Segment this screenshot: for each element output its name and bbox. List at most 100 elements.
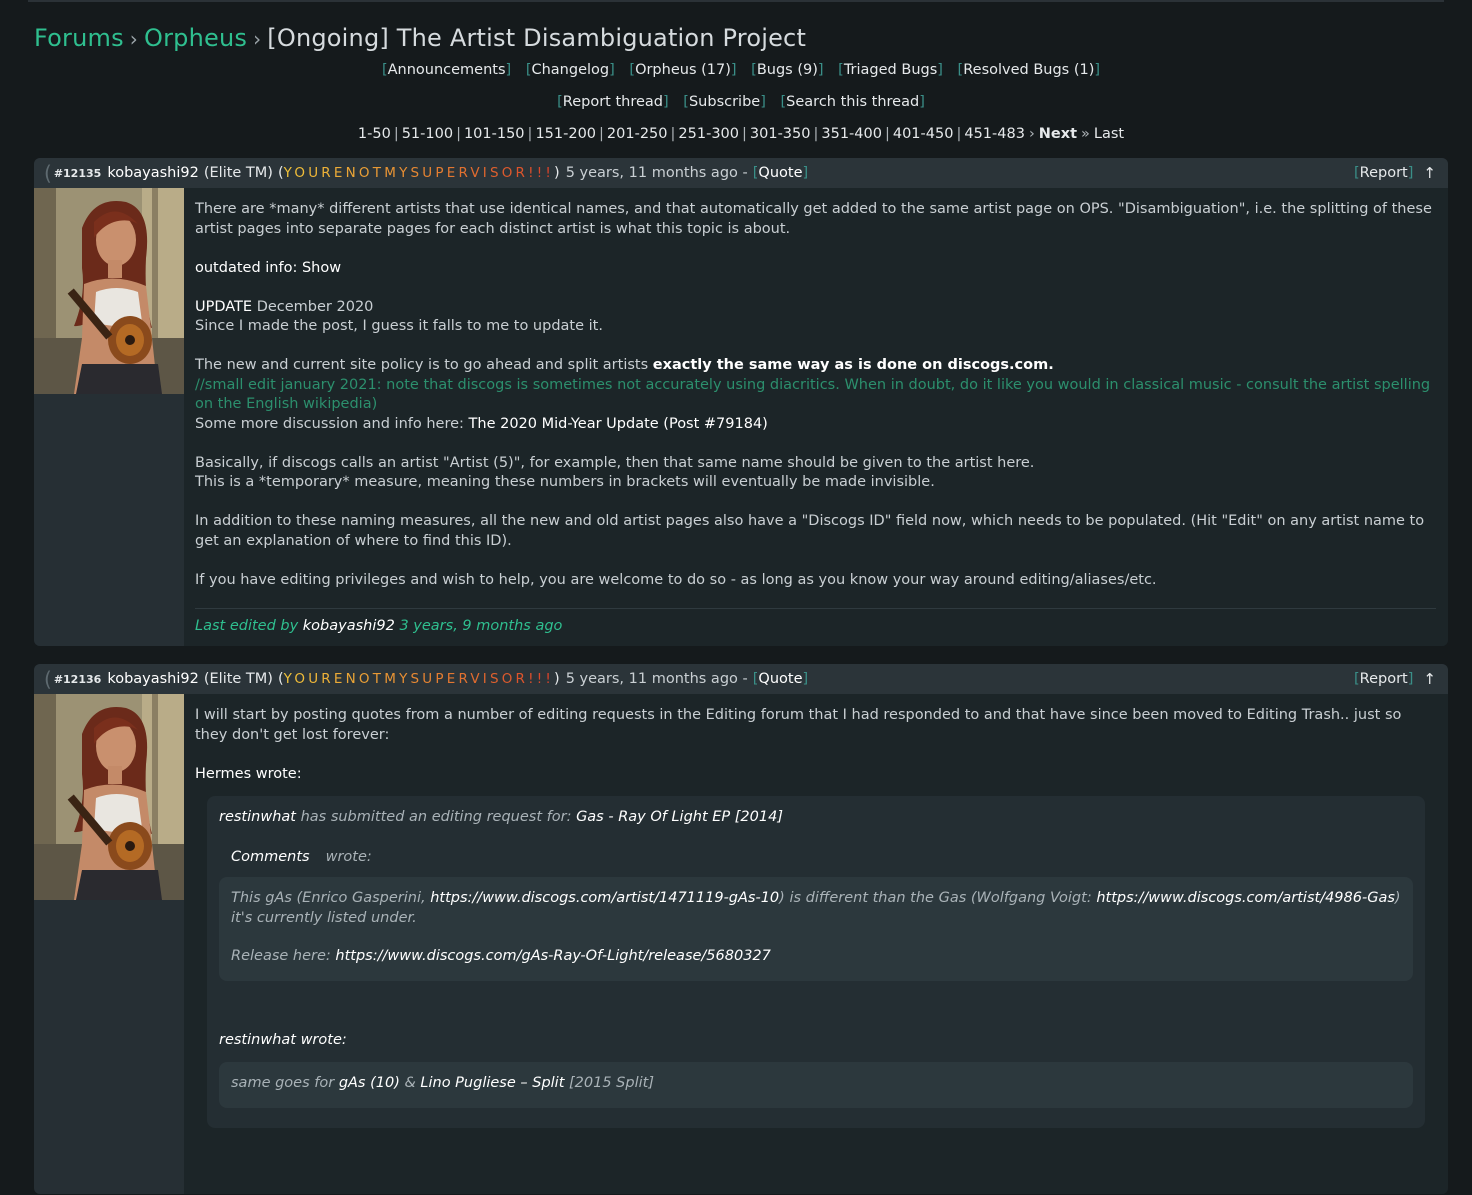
user-title-letter: P xyxy=(435,671,447,687)
page-link[interactable]: 401-450 xyxy=(893,126,954,142)
comments-label: Comments xyxy=(231,848,310,865)
quote-link[interactable]: Quote xyxy=(758,671,802,687)
outdated-label: outdated info: xyxy=(195,259,298,276)
user-title-letter: ! xyxy=(528,671,537,687)
post-time: 5 years, 11 months ago - xyxy=(565,671,748,687)
header-bracket: ( xyxy=(44,161,52,185)
post-bold-text: exactly the same way as is done on disco… xyxy=(652,357,1054,373)
pagination: 1-50 | 51-100 | 101-150 | 151-200 | 201-250 | 251-… xyxy=(357,126,1125,142)
page-link[interactable]: 301-350 xyxy=(750,126,811,142)
user-title-letter: R xyxy=(458,165,471,181)
scroll-top-icon[interactable]: ↑ xyxy=(1423,164,1436,182)
last-page-link[interactable]: Last xyxy=(1094,126,1124,142)
forum-post: ( #12136 kobayashi92 (Elite TM) (YOURENO… xyxy=(34,664,1448,1194)
user-title-letter: E xyxy=(446,671,459,687)
breadcrumb-orpheus-link[interactable]: Orpheus xyxy=(144,24,247,52)
page-link[interactable]: 251-300 xyxy=(678,126,739,142)
nested-quote: same goes for gAs (10) & Lino Pugliese –… xyxy=(219,1062,1413,1108)
nested-quote: This gAs (Enrico Gasperini, https://www.… xyxy=(219,877,1413,981)
post-paragraph: If you have editing privileges and wish … xyxy=(195,571,1157,588)
post-time: 5 years, 11 months ago - xyxy=(565,165,748,181)
user-title-letter: U xyxy=(308,671,322,687)
report-link[interactable]: Report xyxy=(1360,165,1408,181)
user-title-letter: S xyxy=(489,165,502,181)
discogs-release-link[interactable]: https://www.discogs.com/gAs-Ray-Of-Light… xyxy=(335,948,770,964)
subforum-link-resolved-bugs[interactable]: Resolved Bugs (1) xyxy=(963,62,1094,78)
user-title-letter: O xyxy=(358,165,373,181)
mid-year-update-link[interactable]: The 2020 Mid-Year Update (Post #79184) xyxy=(469,416,768,432)
subforum-link-triaged-bugs[interactable]: Triaged Bugs xyxy=(844,62,937,78)
subscribe-link[interactable]: Subscribe xyxy=(689,94,760,110)
user-title-letter: R xyxy=(321,671,334,687)
post-header: ( #12136 kobayashi92 (Elite TM) (YOURENO… xyxy=(34,664,1448,694)
report-thread-link[interactable]: Report thread xyxy=(563,94,663,110)
page-link[interactable]: 101-150 xyxy=(464,126,525,142)
editor-link[interactable]: kobayashi92 xyxy=(303,618,395,634)
page-link[interactable]: 51-100 xyxy=(402,126,453,142)
discogs-link[interactable]: https://www.discogs.com/artist/1471119-g… xyxy=(430,890,779,906)
artist-link[interactable]: gAs (10) xyxy=(339,1075,400,1091)
post-paragraph: In addition to these naming measures, al… xyxy=(195,513,1425,549)
user-title-letter: U xyxy=(422,671,436,687)
user-title-letter: R xyxy=(321,165,334,181)
quote-block: restinwhat has submitted an editing requ… xyxy=(207,796,1425,1128)
user-title-letter: T xyxy=(372,671,385,687)
post-text: Some more discussion and info here: xyxy=(195,415,464,432)
user-title-letter: Y xyxy=(399,165,411,181)
scroll-top-icon[interactable]: ↑ xyxy=(1423,670,1436,688)
page-link[interactable]: 201-250 xyxy=(607,126,668,142)
breadcrumb-separator: › xyxy=(129,27,138,51)
page-link[interactable]: 151-200 xyxy=(535,126,596,142)
quoted-user-link[interactable]: restinwhat xyxy=(219,1032,296,1048)
user-title-letter: O xyxy=(501,165,516,181)
avatar-column xyxy=(34,188,184,646)
post-header: ( #12135 kobayashi92 (Elite TM) (YOURENO… xyxy=(34,158,1448,188)
user-title-letter: O xyxy=(294,165,309,181)
thread-title: [Ongoing] The Artist Disambiguation Proj… xyxy=(267,24,807,52)
page-link[interactable]: 451-483 xyxy=(964,126,1025,142)
release-link[interactable]: Gas - Ray Of Light EP [2014] xyxy=(576,809,783,825)
breadcrumb-forums-link[interactable]: Forums xyxy=(34,24,124,52)
user-title-letter: I xyxy=(482,671,490,687)
post-paragraph: There are *many* different artists that … xyxy=(195,201,1432,237)
username-link[interactable]: kobayashi92 xyxy=(107,165,199,181)
post-paragraph: Since I made the post, I guess it falls … xyxy=(195,318,603,334)
page-title: Forums › Orpheus › [Ongoing] The Artist Disa… xyxy=(34,24,1448,52)
user-title-letter: S xyxy=(410,671,423,687)
report-link[interactable]: Report xyxy=(1360,671,1408,687)
avatar xyxy=(34,188,184,394)
user-title-letter: N xyxy=(345,671,359,687)
user-title-letter: O xyxy=(501,671,516,687)
subforum-link-announcements[interactable]: Announcements xyxy=(388,62,506,78)
user-title-letter: ! xyxy=(545,671,555,687)
post-id-link[interactable]: #12135 xyxy=(54,167,102,180)
page-link[interactable]: 1-50 xyxy=(358,126,391,142)
user-title-letter: Y xyxy=(283,671,295,687)
quote-link[interactable]: Quote xyxy=(758,165,802,181)
user-title-letter: E xyxy=(333,671,346,687)
user-title-letter: Y xyxy=(399,671,411,687)
user-title-letter: V xyxy=(470,671,483,687)
discogs-link[interactable]: https://www.discogs.com/artist/4986-Gas xyxy=(1096,890,1395,906)
thread-actions: [Report thread] [Subscribe] [Search this… xyxy=(557,94,925,110)
user-title-letter: E xyxy=(333,165,346,181)
release-link[interactable]: Lino Pugliese – Split xyxy=(420,1075,564,1091)
user-title-letter: O xyxy=(294,671,309,687)
user-title-letter: U xyxy=(308,165,322,181)
user-title-letter: E xyxy=(446,165,459,181)
search-thread-link[interactable]: Search this thread xyxy=(786,94,919,110)
post-paragraph: This is a *temporary* measure, meaning t… xyxy=(195,474,935,490)
subforum-links: [Announcements] [Changelog] [Orpheus (17… xyxy=(381,62,1101,78)
post-id-link[interactable]: #12136 xyxy=(54,673,102,686)
subforum-link-changelog[interactable]: Changelog xyxy=(531,62,609,78)
show-spoiler-link[interactable]: Show xyxy=(302,260,341,276)
next-page-link[interactable]: Next xyxy=(1039,126,1077,142)
subforum-link-bugs[interactable]: Bugs (9) xyxy=(757,62,818,78)
user-title-letter: S xyxy=(410,165,423,181)
subforum-link-orpheus[interactable]: Orpheus (17) xyxy=(635,62,731,78)
username-link[interactable]: kobayashi92 xyxy=(107,671,199,687)
page-link[interactable]: 351-400 xyxy=(821,126,882,142)
quoted-user-link[interactable]: restinwhat xyxy=(219,809,296,825)
post-paragraph: I will start by posting quotes from a nu… xyxy=(195,707,1402,743)
header-bracket: ( xyxy=(44,667,52,691)
